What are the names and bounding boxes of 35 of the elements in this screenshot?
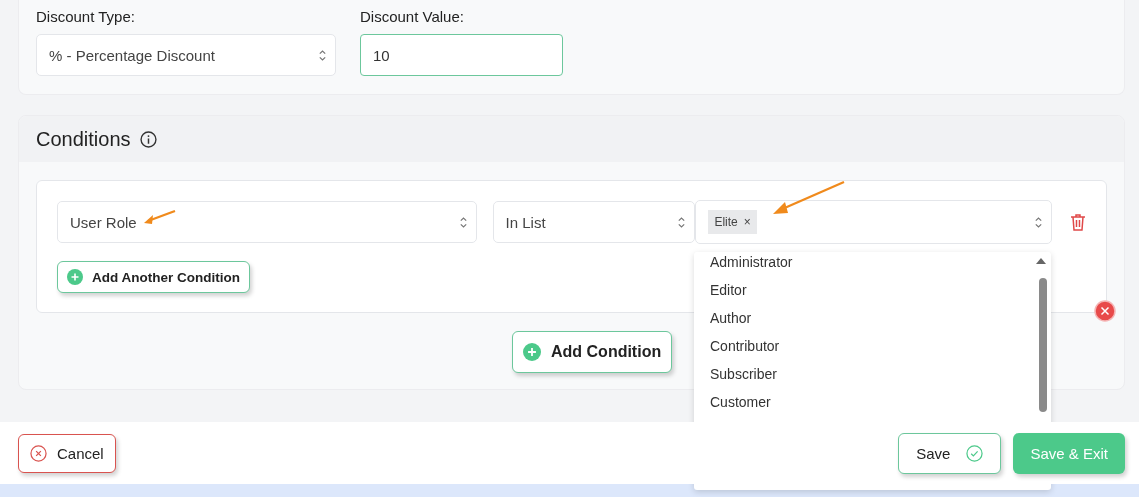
info-icon [139,130,157,148]
operator-select[interactable]: In List [492,201,696,243]
tag-remove[interactable]: × [743,215,751,229]
tag: Elite × [708,210,757,234]
discount-value-input[interactable]: 10 [360,34,563,76]
scroll-up-icon[interactable] [1036,258,1046,264]
annotation-arrow-icon [143,210,177,224]
add-condition-button[interactable]: Add Condition [512,331,673,373]
plus-icon [523,343,541,361]
save-button[interactable]: Save [898,432,1002,474]
check-circle-icon [966,444,984,462]
section-title: Conditions [36,127,131,151]
chevron-icon [458,214,468,230]
cancel-button[interactable]: Cancel [18,433,116,473]
dropdown-option[interactable]: Author [710,304,1051,332]
annotation-arrow-icon [772,181,846,215]
dropdown-option[interactable]: Contributor [710,332,1051,360]
field-label: Discount Type: [36,8,136,25]
chevron-icon [318,47,327,63]
dropdown-option[interactable]: Subscriber [710,360,1051,388]
dropdown-option[interactable]: Administrator [710,252,1051,276]
discount-type-select[interactable]: % - Percentage Discount [36,34,336,76]
remove-icon[interactable] [1094,300,1116,322]
value-multiselect[interactable]: Elite × [695,200,1053,244]
dropdown-option[interactable]: Customer [710,388,1051,416]
plus-icon [67,269,83,285]
chevron-icon [677,214,687,230]
dropdown-option[interactable]: Editor [710,276,1051,304]
chevron-icon [1034,214,1044,230]
trash-icon[interactable] [1070,213,1086,231]
field-select[interactable]: User Role [57,201,477,243]
close-icon [30,444,47,462]
add-another-condition-button[interactable]: Add Another Condition [57,261,250,293]
scrollbar-thumb[interactable] [1039,278,1047,412]
field-label: Discount Value: [360,8,465,25]
